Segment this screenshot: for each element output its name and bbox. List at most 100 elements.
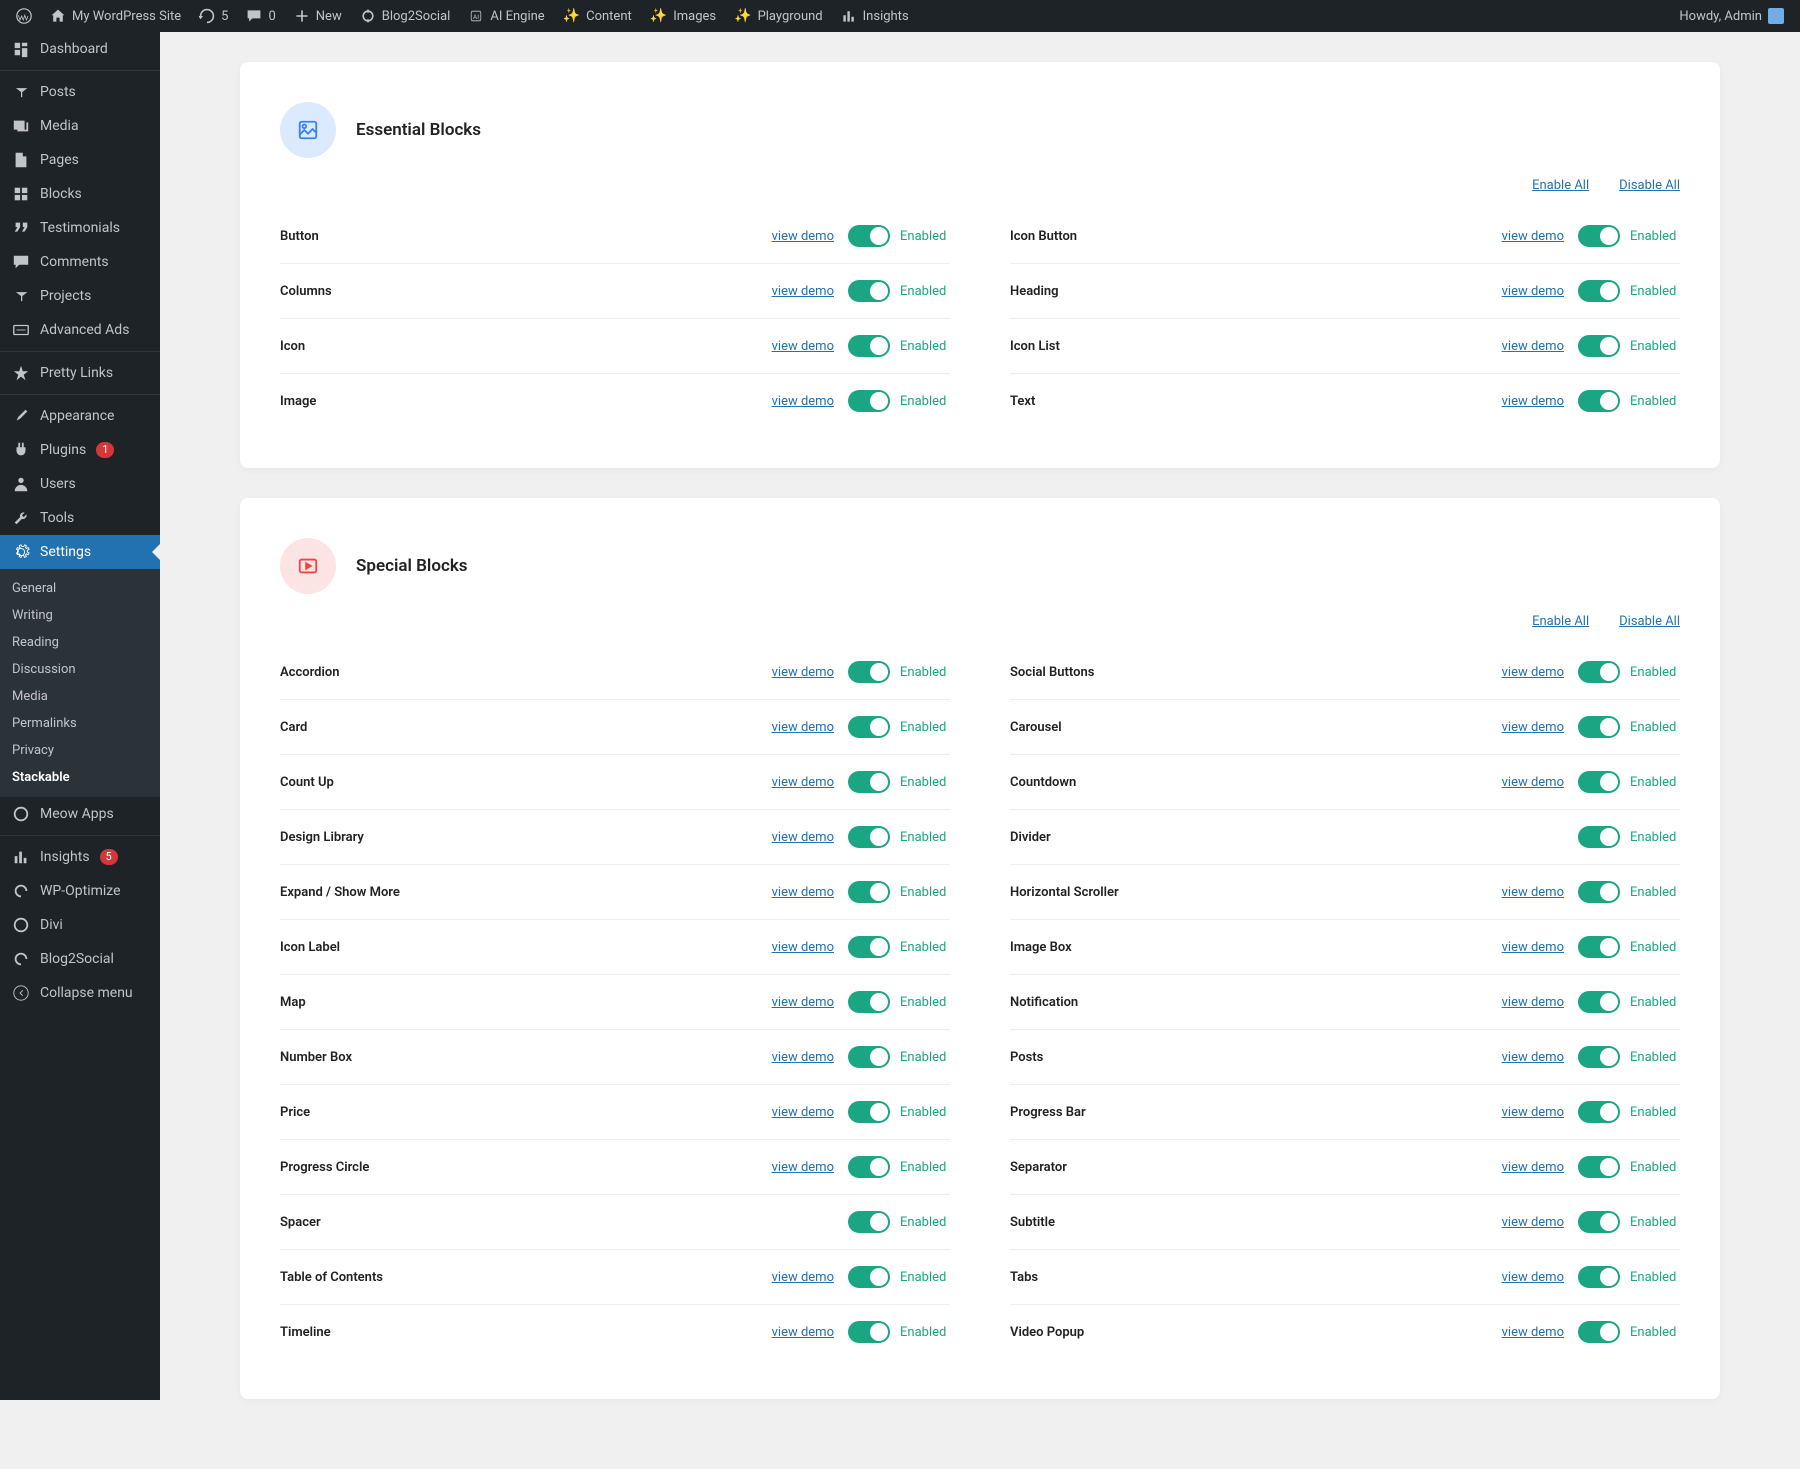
toolbar-ai-engine[interactable]: AIAI Engine (460, 0, 552, 32)
enable-all-link[interactable]: Enable All (1532, 178, 1589, 193)
view-demo-link[interactable]: view demo (1502, 1050, 1564, 1065)
enable-toggle[interactable] (848, 1321, 890, 1343)
enable-toggle[interactable] (848, 826, 890, 848)
sidebar-item-tools[interactable]: Tools (0, 501, 160, 535)
view-demo-link[interactable]: view demo (1502, 1160, 1564, 1175)
sidebar-item-users[interactable]: Users (0, 467, 160, 501)
sidebar-item-advanced-ads[interactable]: Advanced Ads (0, 313, 160, 347)
sidebar-item-settings[interactable]: Settings (0, 535, 160, 569)
sidebar-item-pages[interactable]: Pages (0, 143, 160, 177)
updates[interactable]: 5 (191, 0, 236, 32)
view-demo-link[interactable]: view demo (1502, 665, 1564, 680)
sidebar-item-blocks[interactable]: Blocks (0, 177, 160, 211)
view-demo-link[interactable]: view demo (1502, 995, 1564, 1010)
submenu-item-media[interactable]: Media (0, 683, 160, 710)
view-demo-link[interactable]: view demo (1502, 1270, 1564, 1285)
enable-toggle[interactable] (1578, 280, 1620, 302)
view-demo-link[interactable]: view demo (772, 1160, 834, 1175)
enable-toggle[interactable] (1578, 661, 1620, 683)
view-demo-link[interactable]: view demo (1502, 394, 1564, 409)
enable-toggle[interactable] (848, 1101, 890, 1123)
enable-toggle[interactable] (1578, 881, 1620, 903)
submenu-item-permalinks[interactable]: Permalinks (0, 710, 160, 737)
enable-toggle[interactable] (848, 881, 890, 903)
view-demo-link[interactable]: view demo (772, 665, 834, 680)
view-demo-link[interactable]: view demo (772, 1325, 834, 1340)
sidebar-item-insights[interactable]: Insights5 (0, 835, 160, 874)
sidebar-item-dashboard[interactable]: Dashboard (0, 32, 160, 66)
enable-toggle[interactable] (1578, 771, 1620, 793)
sidebar-item-pretty-links[interactable]: Pretty Links (0, 351, 160, 390)
enable-toggle[interactable] (848, 1156, 890, 1178)
enable-toggle[interactable] (1578, 716, 1620, 738)
sidebar-item-meow-apps[interactable]: Meow Apps (0, 797, 160, 831)
sidebar-item-divi[interactable]: Divi (0, 908, 160, 942)
view-demo-link[interactable]: view demo (1502, 775, 1564, 790)
sidebar-item-comments[interactable]: Comments (0, 245, 160, 279)
view-demo-link[interactable]: view demo (772, 720, 834, 735)
enable-toggle[interactable] (848, 661, 890, 683)
view-demo-link[interactable]: view demo (1502, 720, 1564, 735)
enable-toggle[interactable] (848, 1211, 890, 1233)
new-content[interactable]: New (286, 0, 350, 32)
view-demo-link[interactable]: view demo (1502, 339, 1564, 354)
sidebar-item-collapse-menu[interactable]: Collapse menu (0, 976, 160, 1010)
view-demo-link[interactable]: view demo (1502, 284, 1564, 299)
view-demo-link[interactable]: view demo (1502, 885, 1564, 900)
submenu-item-reading[interactable]: Reading (0, 629, 160, 656)
sidebar-item-testimonials[interactable]: Testimonials (0, 211, 160, 245)
comments-count[interactable]: 0 (238, 0, 283, 32)
howdy-account[interactable]: Howdy, Admin (1671, 0, 1792, 32)
sidebar-item-blog2social[interactable]: Blog2Social (0, 942, 160, 976)
enable-toggle[interactable] (1578, 1211, 1620, 1233)
submenu-item-writing[interactable]: Writing (0, 602, 160, 629)
enable-toggle[interactable] (848, 1266, 890, 1288)
view-demo-link[interactable]: view demo (772, 775, 834, 790)
disable-all-link[interactable]: Disable All (1619, 178, 1680, 193)
sidebar-item-projects[interactable]: Projects (0, 279, 160, 313)
enable-toggle[interactable] (1578, 826, 1620, 848)
view-demo-link[interactable]: view demo (772, 940, 834, 955)
toolbar-content[interactable]: ✨Content (555, 0, 640, 32)
view-demo-link[interactable]: view demo (772, 339, 834, 354)
view-demo-link[interactable]: view demo (772, 1050, 834, 1065)
enable-toggle[interactable] (848, 716, 890, 738)
sidebar-item-posts[interactable]: Posts (0, 70, 160, 109)
view-demo-link[interactable]: view demo (1502, 940, 1564, 955)
view-demo-link[interactable]: view demo (772, 229, 834, 244)
enable-toggle[interactable] (1578, 1266, 1620, 1288)
toolbar-blog2social[interactable]: Blog2Social (352, 0, 459, 32)
enable-toggle[interactable] (1578, 1046, 1620, 1068)
submenu-item-general[interactable]: General (0, 575, 160, 602)
site-name[interactable]: My WordPress Site (42, 0, 189, 32)
disable-all-link[interactable]: Disable All (1619, 614, 1680, 629)
enable-toggle[interactable] (848, 771, 890, 793)
enable-toggle[interactable] (848, 335, 890, 357)
view-demo-link[interactable]: view demo (772, 284, 834, 299)
view-demo-link[interactable]: view demo (772, 995, 834, 1010)
enable-toggle[interactable] (1578, 390, 1620, 412)
enable-toggle[interactable] (1578, 991, 1620, 1013)
submenu-item-discussion[interactable]: Discussion (0, 656, 160, 683)
enable-toggle[interactable] (848, 936, 890, 958)
view-demo-link[interactable]: view demo (1502, 1215, 1564, 1230)
enable-all-link[interactable]: Enable All (1532, 614, 1589, 629)
toolbar-insights[interactable]: Insights (833, 0, 917, 32)
view-demo-link[interactable]: view demo (1502, 1105, 1564, 1120)
submenu-item-stackable[interactable]: Stackable (0, 764, 160, 791)
submenu-item-privacy[interactable]: Privacy (0, 737, 160, 764)
view-demo-link[interactable]: view demo (772, 1270, 834, 1285)
view-demo-link[interactable]: view demo (772, 1105, 834, 1120)
view-demo-link[interactable]: view demo (1502, 1325, 1564, 1340)
view-demo-link[interactable]: view demo (772, 830, 834, 845)
wp-logo[interactable] (8, 0, 40, 32)
view-demo-link[interactable]: view demo (1502, 229, 1564, 244)
enable-toggle[interactable] (1578, 936, 1620, 958)
enable-toggle[interactable] (848, 390, 890, 412)
view-demo-link[interactable]: view demo (772, 394, 834, 409)
sidebar-item-media[interactable]: Media (0, 109, 160, 143)
enable-toggle[interactable] (1578, 1101, 1620, 1123)
toolbar-playground[interactable]: ✨Playground (726, 0, 831, 32)
enable-toggle[interactable] (1578, 1156, 1620, 1178)
enable-toggle[interactable] (848, 225, 890, 247)
